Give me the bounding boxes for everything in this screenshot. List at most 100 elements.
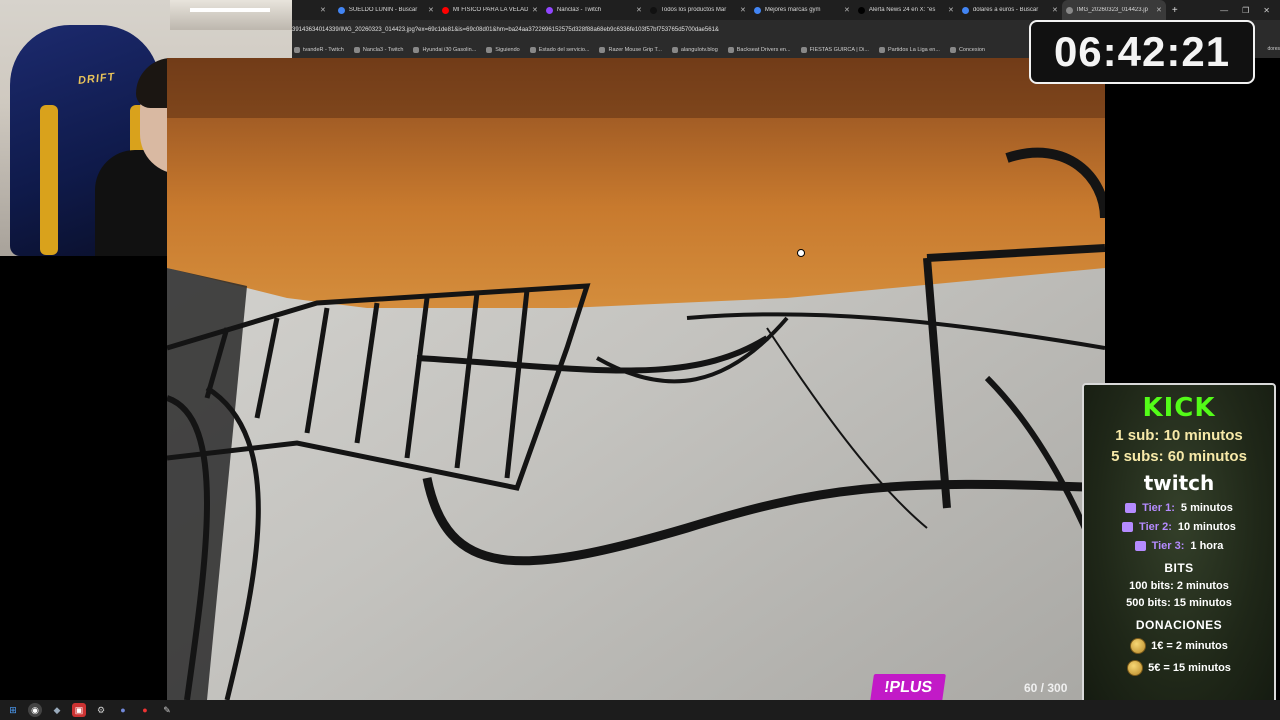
tab-title: Todos los productos Mar [660,7,727,13]
tab-favicon [337,6,345,14]
tab-close-icon[interactable]: ✕ [428,6,434,14]
bookmark-item[interactable]: alanguIotv.blog [671,47,718,53]
bookmark-item[interactable]: Estado del servicio... [529,47,590,53]
app-icon[interactable]: ▣ [72,703,86,717]
bookmark-item[interactable]: Backseat Drivers en... [727,47,791,53]
bookmark-label: Razer Mouse Grip T... [608,47,662,53]
bookmark-icon [486,47,493,53]
desk-cable-photo [167,58,1105,700]
twitch-tier-line: Tier 3: 1 hora [1084,540,1274,552]
browser-tab-bar: ✕ SUELDO LUNIN - Buscar ✕ MI FISICO PARA L… [292,0,1280,20]
tab-title: Alerta News 24 en X: "es [868,7,936,13]
tier-label: Tier 3: [1151,540,1185,552]
bookmark-item[interactable]: Partidos La Liga en... [878,47,940,53]
tab-title: SUELDO LUNIN - Buscar [348,7,418,13]
browser-tab[interactable]: MI FISICO PARA LA VELADA ✕ [438,0,542,20]
bits-line: 500 bits: 15 minutos [1126,597,1232,609]
taskbar: ⊞ ◉ ◆ ▣ ⚙ ● ● ✎ [0,700,1280,720]
minimize-icon[interactable]: — [1220,6,1228,15]
browser-tab[interactable]: Todos los productos Mar ✕ [646,0,750,20]
subathon-info-panel: KICK 1 sub: 10 minutos 5 subs: 60 minutos… [1082,383,1276,717]
goal-counter: 60 / 300 [1024,681,1068,695]
tab-title: IMG_20260323_014423.jp [1076,7,1148,13]
bookmark-icon [599,47,606,53]
windows-start-icon[interactable]: ⊞ [6,703,20,717]
close-icon[interactable]: ✕ [320,6,326,14]
tab-favicon [1065,6,1073,14]
settings-icon[interactable]: ⚙ [94,703,108,717]
kick-sub-value: 60 minutos [1167,448,1247,465]
browser-tab[interactable]: Nancla3 - Twitch ✕ [542,0,646,20]
tool-icon[interactable]: ✎ [160,703,174,717]
bookmark-item[interactable]: Nancla3 - Twitch [353,47,404,53]
twitch-chat-icon [1125,503,1137,513]
bookmark-label: Hyundai i30 Gasolin... [422,47,477,53]
twitch-tier-line: Tier 1: 5 minutos [1084,502,1274,514]
bookmark-item[interactable]: Concesion [949,47,985,53]
tab-close-icon[interactable]: ✕ [636,6,642,14]
tier-label: Tier 2: [1139,521,1172,533]
record-icon[interactable]: ● [138,703,152,717]
tab-favicon [649,6,657,14]
tab-close-icon[interactable]: ✕ [740,6,746,14]
twitch-chat-icon [1122,522,1134,532]
tab-title: dolares a euros - Buscar [972,7,1039,13]
kick-logo: KICK [1142,393,1216,423]
donations-title: DONACIONES [1135,618,1223,632]
tab-close-icon[interactable]: ✕ [948,6,954,14]
bookmark-item[interactable]: Siguiendo [486,47,520,53]
tab-favicon [545,6,553,14]
tab-favicon [441,6,449,14]
tab-favicon [857,6,865,14]
chair-stripe [40,105,58,255]
bookmarks-overflow[interactable]: dores [1267,46,1280,52]
browser-tab[interactable]: dolares a euros - Buscar ✕ [958,0,1062,20]
chrome-icon[interactable]: ◉ [28,703,42,717]
twitch-logo: twitch [1143,471,1215,495]
bookmark-label: alanguIotv.blog [680,47,718,53]
tab-favicon [753,6,761,14]
tab-close-icon[interactable]: ✕ [1156,6,1162,14]
new-tab-icon[interactable]: + [1172,5,1178,16]
tab-close-icon[interactable]: ✕ [844,6,850,14]
bookmark-icon [671,47,678,53]
twitch-tier-line: Tier 2: 10 minutos [1084,521,1274,533]
steam-icon[interactable]: ◆ [50,703,64,717]
kick-sub-label: 5 subs: [1111,448,1164,465]
tier-value: 5 minutos [1180,502,1233,514]
tab-favicon [961,6,969,14]
kick-sub-value: 10 minutos [1163,427,1243,444]
bookmark-label: Nancla3 - Twitch [362,47,404,53]
bookmark-icon [878,47,885,53]
bookmark-label: FIESTAS GUIRCA | Di... [809,47,869,53]
bookmark-item[interactable]: FIESTAS GUIRCA | Di... [800,47,869,53]
url-text[interactable]: 39143634014339/IMG_20260323_014423.jpg?e… [292,27,719,33]
tab-close-icon[interactable]: ✕ [1052,6,1058,14]
chair-logo: DRIFT [77,71,116,87]
kick-sub-line: 5 subs: 60 minutos [1084,448,1274,465]
bookmark-icon [294,47,300,53]
bookmark-item[interactable]: tvandeR - Twitch [294,47,344,53]
close-window-icon[interactable]: ✕ [1263,6,1270,15]
kick-sub-label: 1 sub: [1115,427,1160,444]
bookmark-item[interactable]: Hyundai i30 Gasolin... [413,47,476,53]
browser-tab[interactable]: Mejores marcas gym ✕ [750,0,854,20]
wall-shelf [170,0,292,30]
tab-close-icon[interactable]: ✕ [532,6,538,14]
bookmark-item[interactable]: Razer Mouse Grip T... [599,47,662,53]
browser-tab[interactable]: IMG_20260323_014423.jp ✕ [1061,0,1166,20]
bits-line: 100 bits: 2 minutos [1129,580,1229,592]
photo-illustration [167,58,1105,700]
browser-tab[interactable]: SUELDO LUNIN - Buscar ✕ [334,0,438,20]
donation-text: 1€ = 2 minutos [1151,640,1228,652]
bookmark-icon [949,47,956,53]
bookmark-icon [800,47,807,53]
twitch-chat-icon [1134,541,1146,551]
bits-title: BITS [1164,561,1194,575]
bookmark-label: Estado del servicio... [538,47,590,53]
tier-label: Tier 1: [1142,502,1175,514]
donation-line: 5€ = 15 minutos [1084,660,1274,676]
discord-icon[interactable]: ● [116,703,130,717]
browser-tab[interactable]: Alerta News 24 en X: "es ✕ [854,0,958,20]
maximize-icon[interactable]: ❐ [1242,6,1249,15]
